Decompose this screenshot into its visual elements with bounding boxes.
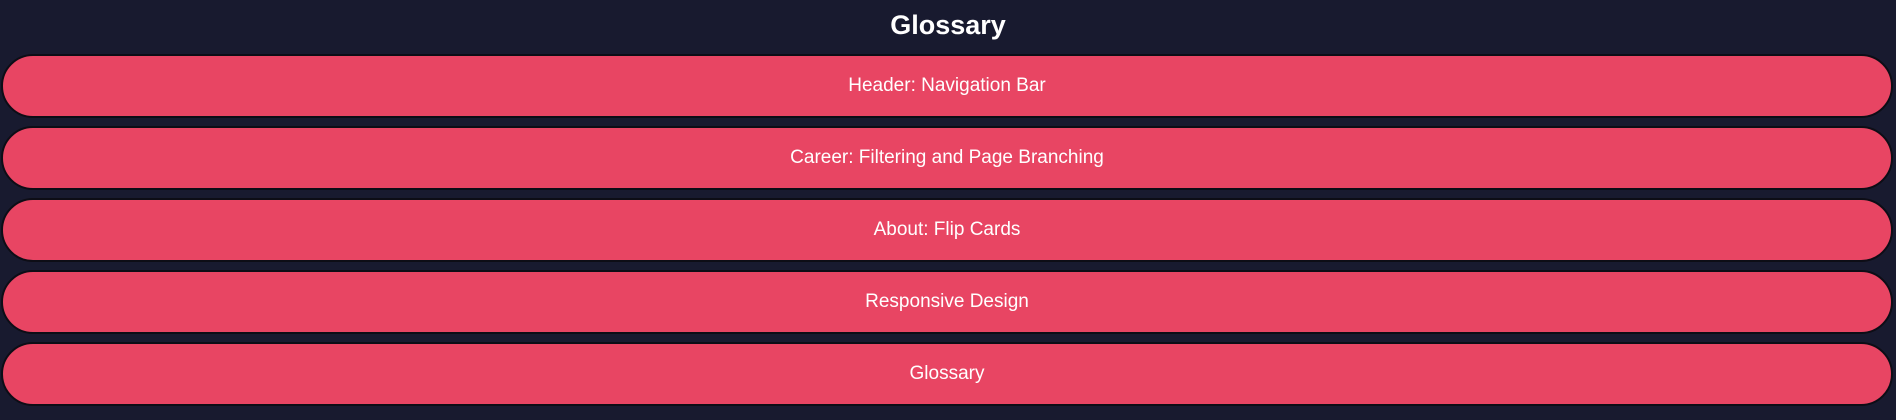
nav-item-label: Header: Navigation Bar [848,75,1046,96]
nav-item-label: Career: Filtering and Page Branching [790,147,1104,168]
nav-item-glossary[interactable]: Glossary [1,342,1893,406]
nav-item-label: Responsive Design [865,291,1029,312]
nav-item-label: Glossary [909,363,985,384]
glossary-nav-list: Header: Navigation Bar Career: Filtering… [1,54,1893,406]
nav-item-header-navigation-bar[interactable]: Header: Navigation Bar [1,54,1893,118]
nav-item-about-flip-cards[interactable]: About: Flip Cards [1,198,1893,262]
page-title: Glossary [890,10,1006,40]
nav-item-career-filtering[interactable]: Career: Filtering and Page Branching [1,126,1893,190]
nav-item-responsive-design[interactable]: Responsive Design [1,270,1893,334]
glossary-page: Glossary Header: Navigation Bar Career: … [0,0,1896,420]
nav-item-label: About: Flip Cards [873,219,1021,240]
